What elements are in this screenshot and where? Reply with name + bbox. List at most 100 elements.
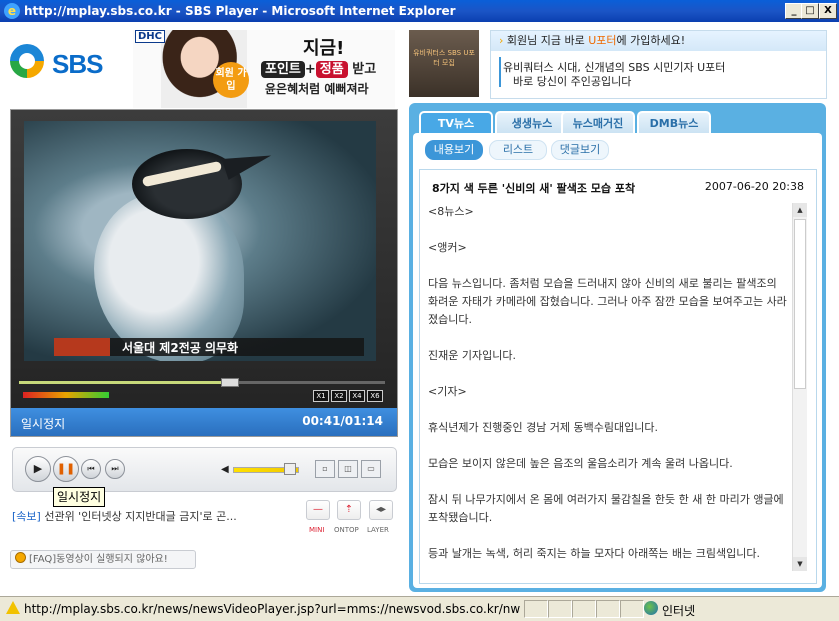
seek-bar-fill bbox=[19, 381, 228, 384]
banner-offer-b: 정품 bbox=[315, 61, 348, 78]
promo-line-2[interactable]: 바로 당신이 주인공입니다 bbox=[513, 73, 631, 89]
speed-x2-button[interactable]: X2 bbox=[331, 390, 347, 402]
banner-headline: 지금! bbox=[303, 38, 345, 59]
news-panel: TV뉴스 생생뉴스 뉴스매거진 DMB뉴스 내용보기 리스트 댓글보기 8가지 … bbox=[409, 103, 826, 592]
view-mode-buttons: — ⇡ ◂▸ MINI ONTOP LAYER bbox=[296, 500, 400, 536]
window-title: http://mplay.sbs.co.kr - SBS Player - Mi… bbox=[24, 4, 456, 18]
sbs-logo-icon[interactable] bbox=[10, 44, 44, 78]
article-paragraph: 다음 뉴스입니다. 좀처럼 모습을 드러내지 않아 신비의 새로 불리는 팔색조… bbox=[428, 277, 787, 326]
scroll-thumb[interactable] bbox=[794, 219, 806, 389]
scroll-down-icon[interactable]: ▼ bbox=[793, 557, 807, 571]
tooltip: 일시정지 bbox=[53, 487, 106, 507]
internet-globe-icon bbox=[644, 601, 658, 615]
article-paragraph: 휴식년제가 진행중인 경남 거제 동백수림대입니다. bbox=[428, 421, 659, 434]
next-button[interactable]: ⏭ bbox=[105, 459, 125, 479]
banner-badge: 회원 가입 bbox=[213, 62, 249, 98]
ie-icon: e bbox=[4, 3, 20, 19]
warning-icon[interactable] bbox=[6, 601, 20, 614]
view-large-icon[interactable]: ▭ bbox=[361, 460, 381, 478]
faq-text: [FAQ]동영상이 실행되지 않아요! bbox=[29, 554, 168, 565]
promo-head-text: 님 지금 바로 bbox=[527, 34, 589, 47]
news-content: 내용보기 리스트 댓글보기 8가지 색 두른 '신비의 새' 팔색조 모습 포착… bbox=[413, 133, 822, 588]
player-controls: ▶ ❚❚ ⏮ ⏭ ◀ ▫ ◫ ▭ bbox=[12, 447, 397, 492]
tab-dmb-news[interactable]: DMB뉴스 bbox=[637, 111, 711, 135]
view-small-icon[interactable]: ▫ bbox=[315, 460, 335, 478]
status-panel bbox=[524, 600, 548, 618]
status-bar: http://mplay.sbs.co.kr/news/newsVideoPla… bbox=[0, 596, 839, 621]
speed-x4-button[interactable]: X4 bbox=[349, 390, 365, 402]
banner-brand: DHC bbox=[135, 30, 166, 43]
seek-thumb[interactable] bbox=[221, 378, 239, 387]
ontop-label: ONTOP bbox=[334, 526, 359, 534]
article: 8가지 색 두른 '신비의 새' 팔색조 모습 포착 2007-06-20 20… bbox=[419, 169, 817, 584]
bird-body bbox=[94, 193, 244, 361]
video-screen[interactable]: 서울대 제2전공 의무화 bbox=[24, 121, 376, 361]
level-meter bbox=[23, 392, 109, 398]
article-title: 8가지 색 두른 '신비의 새' 팔색조 모습 포착 bbox=[432, 182, 636, 195]
tab-news-magazine[interactable]: 뉴스매거진 bbox=[561, 111, 635, 135]
ad-banner[interactable]: DHC 지금! 포인트 + 정품 받고 윤은혜처럼 예뻐져라 회원 가입 bbox=[133, 30, 395, 108]
status-panel bbox=[572, 600, 596, 618]
seek-bar[interactable] bbox=[19, 381, 385, 384]
tab-live-news[interactable]: 생생뉴스 bbox=[495, 111, 569, 135]
article-paragraph: 등과 날개는 녹색, 허리 죽지는 하늘 모자다 아래쪽는 배는 크림색입니다. bbox=[428, 547, 760, 560]
status-panel bbox=[620, 600, 644, 618]
tab-tv-news[interactable]: TV뉴스 bbox=[419, 111, 493, 135]
promo-head-suffix: 에 가입하세요! bbox=[616, 34, 686, 47]
article-paragraph: <8뉴스> bbox=[428, 205, 474, 218]
article-paragraph: 모습은 보이지 않은데 높은 음조의 울음소리가 계속 울려 나옵니다. bbox=[428, 457, 733, 470]
video-caption: 서울대 제2전공 의무화 bbox=[54, 338, 364, 356]
promo-user: 회원 bbox=[506, 34, 528, 47]
security-zone: 인터넷 bbox=[662, 604, 696, 618]
ticker-tag: [속보] bbox=[12, 510, 41, 523]
status-panel bbox=[596, 600, 620, 618]
layer-button-icon[interactable]: ◂▸ bbox=[369, 500, 393, 520]
article-scrollbar[interactable]: ▲ ▼ bbox=[792, 203, 807, 571]
promo-accent-bar bbox=[499, 57, 501, 87]
subtab-comments[interactable]: 댓글보기 bbox=[551, 140, 609, 160]
video-caption-text: 서울대 제2전공 의무화 bbox=[122, 341, 239, 355]
article-paragraph: <기자> bbox=[428, 385, 467, 398]
article-body: <8뉴스> <앵커> 다음 뉴스입니다. 좀처럼 모습을 드러내지 않아 신비의… bbox=[428, 203, 788, 571]
playback-time: 00:41/01:14 bbox=[302, 414, 383, 428]
uporter-promo-image[interactable]: 유비쿼터스 SBS U포터 모집 bbox=[409, 30, 479, 97]
title-bar: e http://mplay.sbs.co.kr - SBS Player - … bbox=[0, 0, 839, 22]
speed-x6-button[interactable]: X6 bbox=[367, 390, 383, 402]
banner-offer-suffix: 받고 bbox=[352, 62, 377, 77]
mini-label: MINI bbox=[309, 526, 325, 534]
speed-x1-button[interactable]: X1 bbox=[313, 390, 329, 402]
previous-button[interactable]: ⏮ bbox=[81, 459, 101, 479]
player-status-strip: 일시정지 00:41/01:14 bbox=[11, 408, 397, 436]
status-panel bbox=[548, 600, 572, 618]
speaker-icon[interactable]: ◀ bbox=[221, 464, 229, 475]
article-paragraph: <앵커> bbox=[428, 241, 467, 254]
promo-uporter-link[interactable]: U포터 bbox=[588, 34, 616, 47]
article-paragraph: 잠시 뒤 나무가지에서 온 몸에 여러가지 물감칠을 한듯 한 새 한 마리가 … bbox=[428, 493, 784, 524]
scroll-up-icon[interactable]: ▲ bbox=[793, 203, 807, 217]
banner-offer: 포인트 + 정품 받고 bbox=[261, 58, 377, 78]
close-button[interactable]: X bbox=[819, 3, 837, 19]
banner-plus: + bbox=[304, 62, 316, 77]
banner-tagline: 윤은혜처럼 예뻐져라 bbox=[265, 82, 369, 96]
play-button[interactable]: ▶ bbox=[25, 456, 51, 482]
banner-offer-a: 포인트 bbox=[261, 61, 305, 78]
pause-button[interactable]: ❚❚ bbox=[53, 456, 79, 482]
article-date: 2007-06-20 20:38 bbox=[704, 180, 804, 193]
sbs-logo-text[interactable]: SBS bbox=[52, 49, 103, 80]
playback-status: 일시정지 bbox=[21, 417, 66, 431]
view-medium-icon[interactable]: ◫ bbox=[338, 460, 358, 478]
article-paragraph: 진재운 기자입니다. bbox=[428, 349, 516, 362]
ontop-button-icon[interactable]: ⇡ bbox=[337, 500, 361, 520]
subtab-view-content[interactable]: 내용보기 bbox=[425, 140, 483, 160]
layer-label: LAYER bbox=[367, 526, 389, 534]
volume-thumb[interactable] bbox=[284, 463, 297, 475]
mini-button-icon[interactable]: — bbox=[306, 500, 330, 520]
promo-head: › 회원님 지금 바로 U포터에 가입하세요! bbox=[491, 31, 826, 51]
subtab-list[interactable]: 리스트 bbox=[489, 140, 547, 160]
faq-link[interactable]: [FAQ]동영상이 실행되지 않아요! bbox=[10, 550, 196, 569]
status-url: http://mplay.sbs.co.kr/news/newsVideoPla… bbox=[24, 602, 520, 616]
promo-image-text: 유비쿼터스 SBS U포터 모집 bbox=[413, 49, 475, 67]
maximize-button[interactable]: □ bbox=[801, 3, 819, 19]
breaking-news-ticker[interactable]: [속보] 선관위 '인터넷상 지지반대글 금지'로 곤... bbox=[12, 508, 280, 524]
ticker-text: 선관위 '인터넷상 지지반대글 금지'로 곤... bbox=[40, 510, 237, 523]
